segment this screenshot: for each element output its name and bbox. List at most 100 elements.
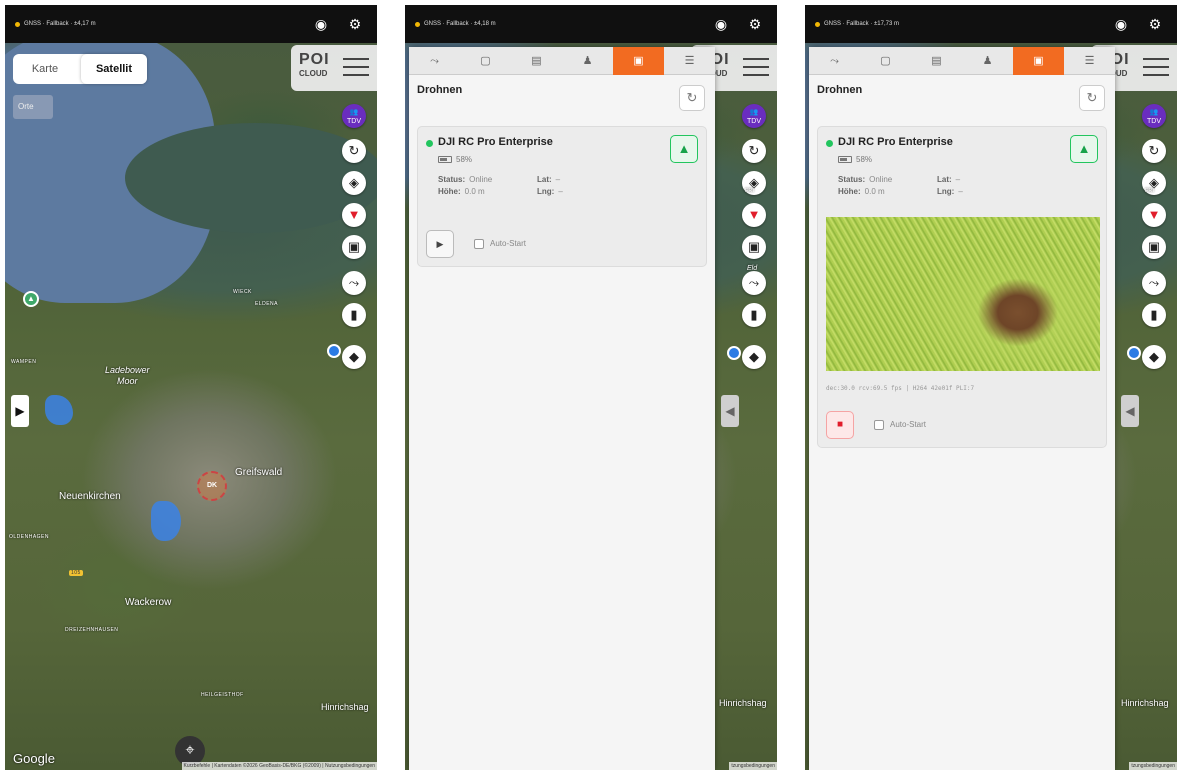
bookmark-button[interactable]: ▮ bbox=[342, 303, 366, 327]
tab-person[interactable]: ♟ bbox=[962, 47, 1013, 75]
online-dot bbox=[826, 140, 833, 147]
drone-video-feed[interactable] bbox=[826, 217, 1100, 371]
target-icon[interactable]: ◉ bbox=[313, 16, 329, 32]
drone-icon: ▣ bbox=[1147, 239, 1161, 254]
expand-panel-button[interactable]: ▶ bbox=[11, 395, 29, 427]
lat-value: – bbox=[955, 175, 961, 184]
tab-box[interactable]: ▢ bbox=[860, 47, 911, 75]
map-type-karte[interactable]: Karte bbox=[13, 54, 77, 84]
tab-layers[interactable]: ☰ bbox=[1064, 47, 1115, 75]
battery-level: 58% bbox=[838, 155, 872, 164]
location-pin-icon[interactable] bbox=[327, 344, 341, 358]
drone-button[interactable]: ▣ bbox=[1142, 235, 1166, 259]
route-button[interactable]: ⤳ bbox=[1142, 271, 1166, 295]
compass-button[interactable]: ◆ bbox=[1142, 345, 1166, 369]
compass-button[interactable]: ◆ bbox=[342, 345, 366, 369]
start-stream-button[interactable]: ▶ bbox=[426, 230, 454, 258]
tdv-button[interactable]: 👥 TDV bbox=[342, 104, 366, 128]
map-label: Greifswald bbox=[235, 467, 283, 478]
location-pin-icon[interactable] bbox=[727, 346, 741, 360]
height-label: Höhe: bbox=[438, 187, 461, 196]
poi-pin-icon[interactable]: ▲ bbox=[23, 291, 39, 307]
collapse-panel-button[interactable]: ◀ bbox=[1121, 395, 1139, 427]
drone-button[interactable]: ▣ bbox=[742, 235, 766, 259]
auto-start-checkbox[interactable] bbox=[874, 420, 884, 430]
status-label: Status: bbox=[438, 175, 466, 184]
navigate-button[interactable]: ▲ bbox=[1070, 135, 1098, 163]
gear-icon[interactable]: ⚙ bbox=[347, 16, 363, 32]
map-label: Hinrichshag bbox=[719, 698, 767, 708]
bookmark-button[interactable]: ▮ bbox=[742, 303, 766, 327]
tab-box[interactable]: ▢ bbox=[460, 47, 511, 75]
map-type-toggle[interactable]: Karte Satellit bbox=[13, 54, 147, 84]
refresh-map-button[interactable]: ↻ bbox=[742, 139, 766, 163]
target-icon[interactable]: ◉ bbox=[1113, 16, 1129, 32]
map-label: Hinrichshag bbox=[1121, 698, 1169, 708]
compass-button[interactable]: ◆ bbox=[742, 345, 766, 369]
drone-icon: ▣ bbox=[347, 239, 361, 254]
bookmark-icon: ▮ bbox=[350, 307, 358, 322]
route-button[interactable]: ⤳ bbox=[742, 271, 766, 295]
play-right-icon: ▶ bbox=[15, 404, 25, 418]
compass-icon: ◆ bbox=[749, 349, 759, 364]
screen-drones-panel: GNSS · Fallback · ±4,18 m ◉ ⚙ POI CLOUD … bbox=[405, 5, 777, 770]
bookmark-button[interactable]: ▮ bbox=[1142, 303, 1166, 327]
height-value: 0.0 m bbox=[864, 187, 885, 196]
menu-icon[interactable] bbox=[343, 58, 369, 78]
filter-button[interactable]: ▼ bbox=[1142, 203, 1166, 227]
orte-button[interactable]: Orte bbox=[13, 95, 53, 119]
tab-person[interactable]: ♟ bbox=[562, 47, 613, 75]
navigate-button[interactable]: ▲ bbox=[670, 135, 698, 163]
map-attribution[interactable]: tzungsbedingungen bbox=[729, 762, 777, 770]
panel-title: Drohnen bbox=[417, 84, 463, 96]
area-polygon[interactable] bbox=[151, 501, 181, 541]
refresh-drones-button[interactable]: ↻ bbox=[1079, 85, 1105, 111]
status-row: Status: Online bbox=[438, 175, 492, 184]
refresh-icon: ↻ bbox=[748, 143, 760, 158]
map-label: FRI bbox=[745, 188, 755, 194]
tdv-button[interactable]: 👥 TDV bbox=[742, 104, 766, 128]
menu-icon[interactable] bbox=[1143, 58, 1169, 78]
route-button[interactable]: ⤳ bbox=[342, 271, 366, 295]
satellite-map[interactable]: WIECK ELDENA WAMPEN Ladebower Moor Greif… bbox=[5, 33, 377, 770]
area-polygon[interactable] bbox=[45, 395, 73, 425]
lat-value: – bbox=[555, 175, 561, 184]
height-label: Höhe: bbox=[838, 187, 861, 196]
location-pin-icon[interactable] bbox=[1127, 346, 1141, 360]
refresh-map-button[interactable]: ↻ bbox=[1142, 139, 1166, 163]
map-attribution[interactable]: tzungsbedingungen bbox=[1129, 762, 1177, 770]
refresh-map-button[interactable]: ↻ bbox=[342, 139, 366, 163]
map-label: WAMPEN bbox=[11, 359, 37, 365]
tab-route[interactable]: ⤳ bbox=[409, 47, 460, 75]
map-label: ELDENA bbox=[255, 301, 279, 307]
status-bar: GNSS · Fallback · ±4,18 m ◉ ⚙ bbox=[405, 5, 777, 43]
panel-tabs: ⤳ ▢ ▤ ♟ ▣ ☰ bbox=[809, 47, 1115, 75]
tdv-button[interactable]: 👥 TDV bbox=[1142, 104, 1166, 128]
refresh-drones-button[interactable]: ↻ bbox=[679, 85, 705, 111]
tab-route[interactable]: ⤳ bbox=[809, 47, 860, 75]
screen-drones-panel-streaming: GNSS · Fallback · ±17,73 m ◉ ⚙ POI CLOUD… bbox=[805, 5, 1177, 770]
tab-list[interactable]: ▤ bbox=[911, 47, 962, 75]
filter-button[interactable]: ▼ bbox=[742, 203, 766, 227]
menu-icon[interactable] bbox=[743, 58, 769, 78]
tab-drones[interactable]: ▣ bbox=[1013, 47, 1064, 75]
target-icon[interactable]: ◉ bbox=[713, 16, 729, 32]
tab-drones[interactable]: ▣ bbox=[613, 47, 664, 75]
gnss-status-text: GNSS · Fallback · ±4,18 m bbox=[424, 21, 496, 27]
box-icon: ▢ bbox=[880, 55, 891, 67]
drone-button[interactable]: ▣ bbox=[342, 235, 366, 259]
auto-start-checkbox[interactable] bbox=[474, 239, 484, 249]
map-attribution[interactable]: Kurzbefehle | Kartendaten ©2026 GeoBasis… bbox=[181, 762, 377, 770]
lng-value: – bbox=[958, 187, 963, 196]
tdv-label: TDV bbox=[1147, 118, 1161, 125]
tab-list[interactable]: ▤ bbox=[511, 47, 562, 75]
stop-stream-button[interactable]: ■ bbox=[826, 411, 854, 439]
map-type-satellit[interactable]: Satellit bbox=[81, 54, 147, 84]
layers-button[interactable]: ◈ bbox=[342, 171, 366, 195]
tab-layers[interactable]: ☰ bbox=[664, 47, 715, 75]
gear-icon[interactable]: ⚙ bbox=[747, 16, 763, 32]
gear-icon[interactable]: ⚙ bbox=[1147, 16, 1163, 32]
collapse-panel-button[interactable]: ◀ bbox=[721, 395, 739, 427]
filter-button[interactable]: ▼ bbox=[342, 203, 366, 227]
drone-marker[interactable]: DK bbox=[197, 471, 227, 501]
